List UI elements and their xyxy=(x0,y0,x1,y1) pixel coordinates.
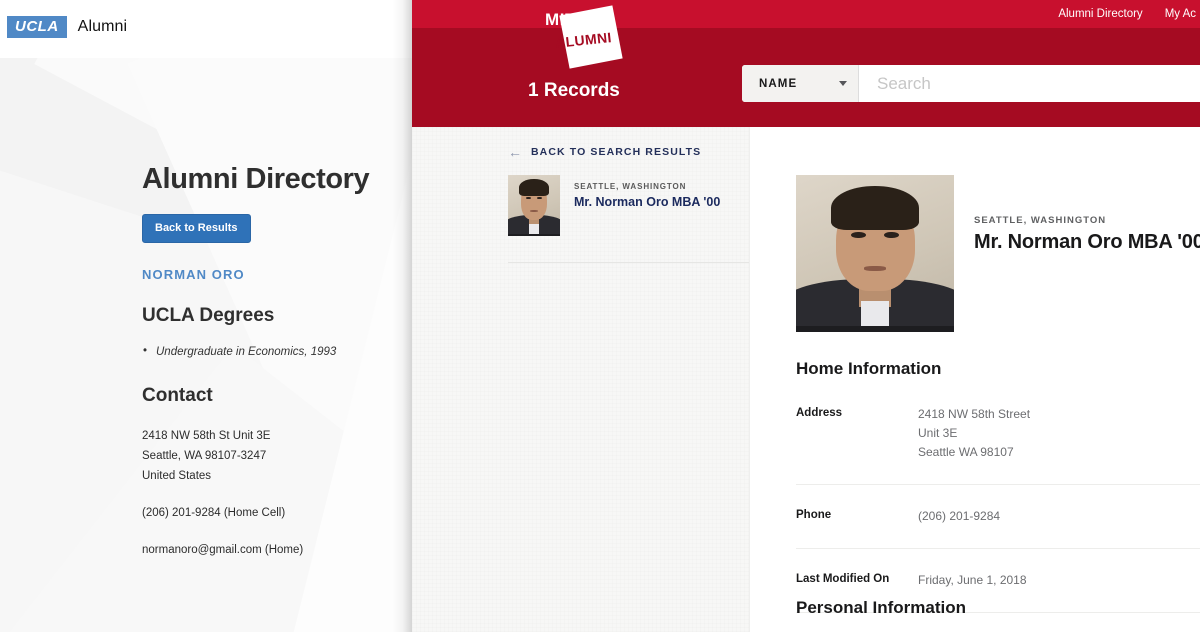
ucla-site-name: Alumni xyxy=(77,18,128,35)
table-row: Phone (206) 201-9284 xyxy=(796,485,1200,549)
back-to-search-results-link[interactable]: ← BACK TO SEARCH RESULTS xyxy=(508,144,702,160)
list-item[interactable]: SEATTLE, WASHINGTON Mr. Norman Oro MBA '… xyxy=(508,175,750,263)
mit-alumni-logo[interactable]: MIT ALUMNI xyxy=(532,2,642,70)
arrow-left-icon: ← xyxy=(508,144,522,160)
row-value: Friday, June 1, 2018 xyxy=(918,573,1027,587)
alumni-name-heading: NORMAN ORO xyxy=(142,267,245,282)
list-item: Undergraduate in Economics, 1993 xyxy=(142,343,412,360)
window-edge-shadow xyxy=(392,0,412,632)
search-input[interactable] xyxy=(859,65,1200,102)
personal-information-section: Personal Information xyxy=(796,598,966,618)
utility-link-alumni-directory[interactable]: Alumni Directory xyxy=(1058,8,1142,20)
table-row: Address 2418 NW 58th Street Unit 3E Seat… xyxy=(796,405,1200,485)
list-item-name[interactable]: Mr. Norman Oro MBA '00 xyxy=(574,195,720,209)
ucla-degrees-list: Undergraduate in Economics, 1993 xyxy=(142,343,412,360)
contact-address-line: United States xyxy=(142,470,212,482)
row-label: Last Modified On xyxy=(796,573,890,585)
back-to-search-results-label: BACK TO SEARCH RESULTS xyxy=(531,146,702,158)
section-heading: Personal Information xyxy=(796,598,967,617)
logo-text-mit: MIT xyxy=(545,10,577,29)
ucla-content: Alumni Directory Back to Results NORMAN … xyxy=(0,58,412,560)
profile-photo xyxy=(796,175,954,332)
list-item-meta: SEATTLE, WASHINGTON Mr. Norman Oro MBA '… xyxy=(574,175,720,236)
mit-header: He Alumni Directory My Ac MIT ALUMNI 1 R… xyxy=(412,0,1200,127)
page-title: Alumni Directory xyxy=(142,163,370,195)
home-information-rows: Address 2418 NW 58th Street Unit 3E Seat… xyxy=(796,405,1200,613)
ucla-wordmark-icon: UCLA xyxy=(7,16,67,38)
mit-body: ← BACK TO SEARCH RESULTS SEATTLE, WASHIN xyxy=(412,127,1200,632)
contact-address-line: 2418 NW 58th St Unit 3E xyxy=(142,430,271,442)
row-value: 2418 NW 58th Street Unit 3E Seattle WA 9… xyxy=(918,407,1031,459)
ucla-top-bar: UCLA Alumni xyxy=(0,0,412,58)
search-scope-value: NAME xyxy=(759,77,798,90)
mit-utility-bar: He Alumni Directory My Ac xyxy=(412,0,1200,28)
back-to-results-button[interactable]: Back to Results xyxy=(142,214,251,243)
detail-name: Mr. Norman Oro MBA '00 xyxy=(974,231,1200,253)
search-results-column: ← BACK TO SEARCH RESULTS SEATTLE, WASHIN xyxy=(412,127,750,632)
search-scope-dropdown[interactable]: NAME xyxy=(742,65,859,102)
mit-alumni-directory-window: He Alumni Directory My Ac MIT ALUMNI 1 R… xyxy=(412,0,1200,632)
ucla-logo[interactable]: UCLA Alumni xyxy=(7,16,127,38)
contact-email[interactable]: normanoro@gmail.com (Home) xyxy=(142,540,412,560)
avatar xyxy=(508,175,560,236)
contact-phone: (206) 201-9284 (Home Cell) xyxy=(142,507,286,519)
section-heading: Home Information xyxy=(796,359,942,378)
chevron-down-icon xyxy=(839,81,847,86)
detail-location: SEATTLE, WASHINGTON xyxy=(974,215,1107,226)
home-information-section: Home Information Address 2418 NW 58th St… xyxy=(796,359,1200,613)
row-label: Phone xyxy=(796,509,832,521)
screenshot-root: UCLA Alumni Alumni Directory Back to Res… xyxy=(0,0,1200,632)
record-detail-panel: SEATTLE, WASHINGTON Mr. Norman Oro MBA '… xyxy=(750,127,1200,632)
ucla-alumni-page: UCLA Alumni Alumni Directory Back to Res… xyxy=(0,0,412,632)
utility-link-my-account[interactable]: My Ac xyxy=(1165,8,1196,20)
search-bar: NAME xyxy=(742,65,1200,102)
list-item-location: SEATTLE, WASHINGTON xyxy=(574,182,687,191)
row-label: Address xyxy=(796,407,843,419)
ucla-degrees-heading: UCLA Degrees xyxy=(142,305,275,326)
records-count: 1 Records xyxy=(528,80,620,101)
contact-address-line: Seattle, WA 98107-3247 xyxy=(142,450,267,462)
ucla-contact-heading: Contact xyxy=(142,385,213,406)
ucla-contact-block: 2418 NW 58th St Unit 3E Seattle, WA 9810… xyxy=(142,426,412,560)
row-value: (206) 201-9284 xyxy=(918,509,1001,523)
utility-links: Alumni Directory My Ac xyxy=(1058,0,1200,28)
